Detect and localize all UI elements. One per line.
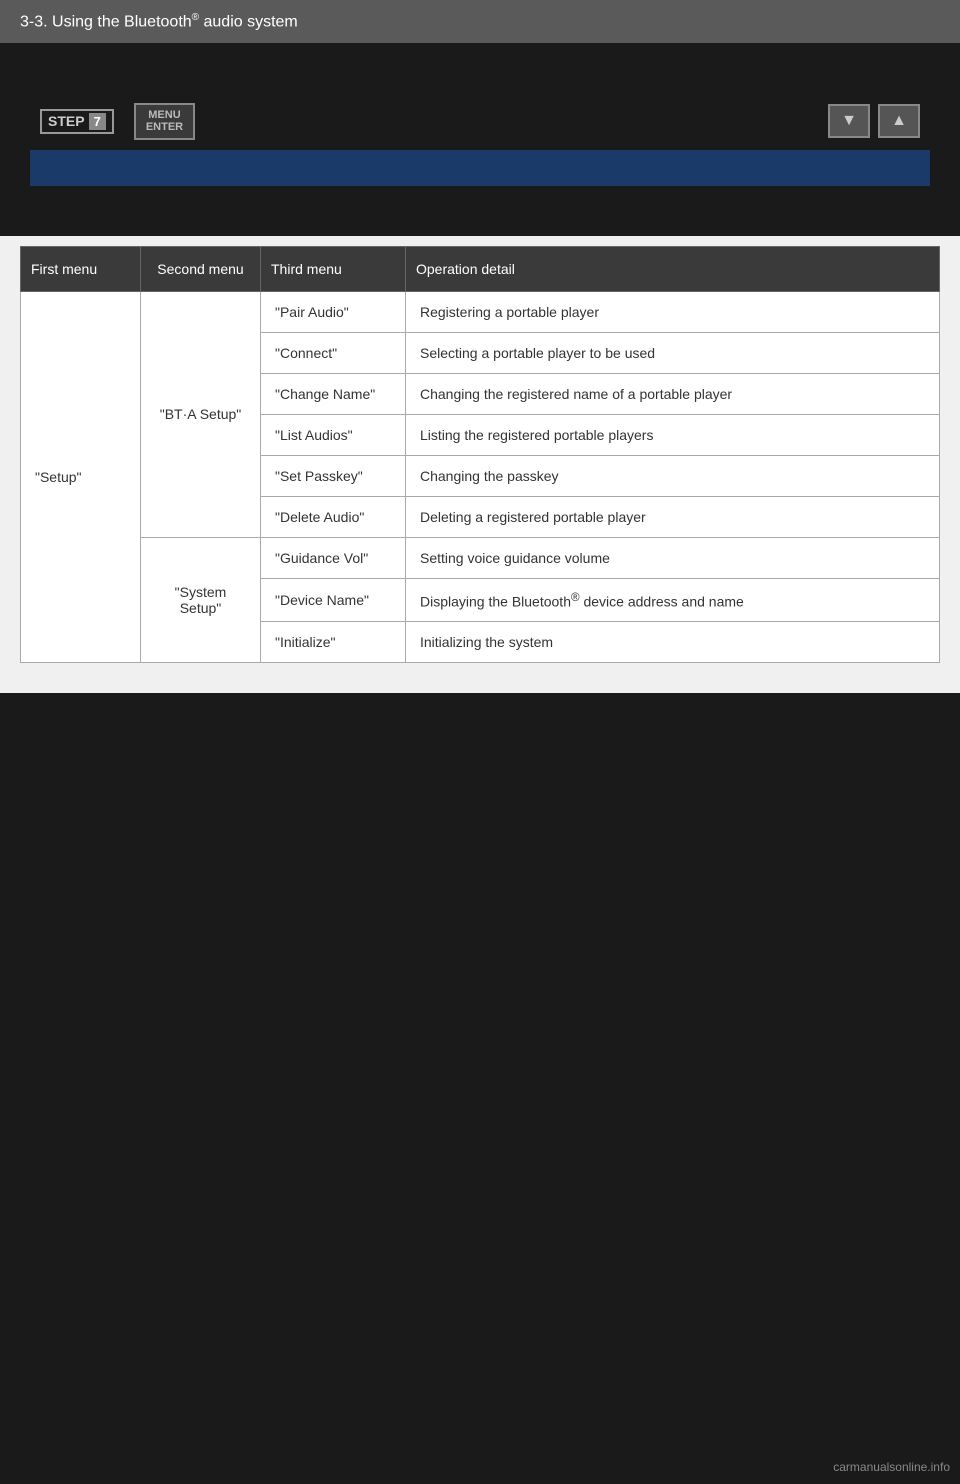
dark-top-section: STEP 7 MENU ENTER ▼ ▲	[0, 43, 960, 235]
third-menu-guidance-vol: "Guidance Vol"	[261, 537, 406, 578]
third-menu-delete-audio: "Delete Audio"	[261, 496, 406, 537]
nav-buttons-container: ▼ ▲	[828, 104, 920, 138]
menu-enter-label: MENU ENTER	[146, 109, 183, 133]
col-header-third: Third menu	[261, 246, 406, 291]
step-row: STEP 7 MENU ENTER ▼ ▲	[30, 103, 930, 139]
step-badge: STEP 7	[40, 109, 114, 134]
detail-delete-audio: Deleting a registered portable player	[406, 496, 940, 537]
table-row: "System Setup" "Guidance Vol" Setting vo…	[21, 537, 940, 578]
detail-initialize: Initializing the system	[406, 622, 940, 663]
table-row: "Setup" "BT·A Setup" "Pair Audio" Regist…	[21, 291, 940, 332]
first-menu-setup: "Setup"	[21, 291, 141, 663]
blue-divider-bar	[30, 150, 930, 186]
nav-up-button[interactable]: ▲	[878, 104, 920, 138]
detail-pair-audio: Registering a portable player	[406, 291, 940, 332]
step-label: STEP	[48, 113, 85, 129]
third-menu-pair-audio: "Pair Audio"	[261, 291, 406, 332]
chevron-down-icon: ▼	[841, 112, 857, 130]
white-content-area: First menu Second menu Third menu Operat…	[0, 236, 960, 694]
detail-change-name: Changing the registered name of a portab…	[406, 373, 940, 414]
detail-guidance-vol: Setting voice guidance volume	[406, 537, 940, 578]
second-menu-bta: "BT·A Setup"	[141, 291, 261, 537]
detail-connect: Selecting a portable player to be used	[406, 332, 940, 373]
nav-down-button[interactable]: ▼	[828, 104, 870, 138]
third-menu-device-name: "Device Name"	[261, 578, 406, 622]
third-menu-connect: "Connect"	[261, 332, 406, 373]
step-number: 7	[89, 113, 106, 130]
third-menu-list-audios: "List Audios"	[261, 414, 406, 455]
chevron-up-icon: ▲	[891, 112, 907, 130]
dark-bottom-section	[0, 693, 960, 893]
detail-set-passkey: Changing the passkey	[406, 455, 940, 496]
second-menu-system-setup: "System Setup"	[141, 537, 261, 663]
detail-list-audios: Listing the registered portable players	[406, 414, 940, 455]
detail-device-name: Displaying the Bluetooth® device address…	[406, 578, 940, 622]
third-menu-set-passkey: "Set Passkey"	[261, 455, 406, 496]
col-header-second: Second menu	[141, 246, 261, 291]
third-menu-initialize: "Initialize"	[261, 622, 406, 663]
menu-table: First menu Second menu Third menu Operat…	[20, 246, 940, 664]
table-header-row: First menu Second menu Third menu Operat…	[21, 246, 940, 291]
col-header-detail: Operation detail	[406, 246, 940, 291]
third-menu-change-name: "Change Name"	[261, 373, 406, 414]
menu-enter-button[interactable]: MENU ENTER	[134, 103, 195, 139]
header-bar: 3-3. Using the Bluetooth® audio system	[0, 0, 960, 43]
col-header-first: First menu	[21, 246, 141, 291]
page-title: 3-3. Using the Bluetooth® audio system	[20, 12, 298, 31]
watermark: carmanualsonline.info	[833, 1460, 950, 1474]
